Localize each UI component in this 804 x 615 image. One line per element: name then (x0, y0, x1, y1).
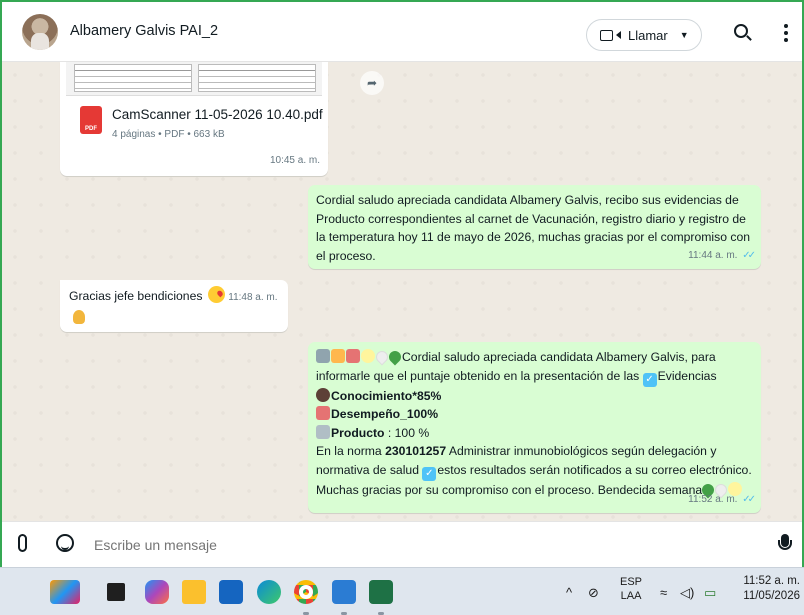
score-conocimiento: Conocimiento*85% (331, 388, 442, 403)
message-meta: 11:52 a. m. ✓✓ (688, 491, 756, 510)
language-indicator[interactable]: ESP LAA (620, 575, 642, 603)
pdf-page-thumbnail (74, 64, 192, 92)
writing-emoji-icon (331, 349, 345, 363)
praying-hands-emoji-icon (73, 309, 85, 324)
message-text: En la norma (316, 444, 386, 458)
pdf-file-icon: PDF (80, 106, 102, 134)
file-explorer-icon[interactable] (182, 580, 206, 604)
hospital-emoji-icon (346, 349, 360, 363)
system-clock[interactable]: 11:52 a. m. 11/05/2026 (740, 574, 800, 604)
pdf-page-thumbnail (198, 64, 316, 92)
outgoing-message[interactable]: Cordial saludo apreciada candidata Albam… (308, 342, 761, 513)
clipboard-emoji-icon (316, 424, 330, 439)
wifi-icon[interactable]: ≈ (660, 585, 667, 600)
edge-icon[interactable] (257, 580, 281, 604)
call-label: Llamar (628, 27, 668, 43)
emoji-sticker-icon[interactable] (56, 534, 74, 552)
message-text: Evidencias (657, 368, 717, 383)
kissing-face-emoji-icon (207, 286, 225, 303)
windows-taskbar: ^ ⊘ ESP LAA ≈ ◁) ▭ 11:52 a. m. 11/05/202… (0, 567, 804, 615)
doctor-emoji-icon (316, 387, 330, 402)
excel-icon[interactable] (369, 580, 393, 604)
microsoft-store-icon[interactable] (219, 580, 243, 604)
message-composer (2, 521, 802, 567)
double-check-icon: ✓✓ (742, 249, 756, 261)
keyboard-layout: LAA (620, 590, 642, 602)
taskbar-widget-icon[interactable] (50, 580, 80, 604)
norma-code: 230101257 (385, 444, 447, 458)
green-heart-emoji-icon (386, 348, 404, 366)
volume-icon[interactable]: ◁) (680, 585, 694, 601)
pdf-file-meta: 4 páginas • PDF • 663 kB (112, 129, 225, 140)
chevron-up-icon[interactable]: ^ (566, 585, 572, 600)
battery-icon[interactable]: ▭ (704, 585, 716, 601)
task-view-icon[interactable] (107, 583, 125, 601)
message-body: Cordial saludo apreciada candidata Albam… (316, 348, 753, 499)
clock-date: 11/05/2026 (743, 590, 800, 602)
message-time: 11:52 a. m. (688, 493, 738, 505)
video-camera-lens-icon (616, 31, 621, 39)
message-text: Cordial saludo apreciada candidata Albam… (316, 193, 751, 263)
call-button[interactable]: Llamar ▼ (586, 19, 702, 51)
language-code: ESP (620, 576, 643, 588)
person-emoji-icon (316, 349, 330, 363)
sparkles-emoji-icon (361, 349, 375, 363)
forward-icon[interactable]: ➦ (360, 71, 384, 95)
avatar[interactable] (22, 14, 58, 50)
chat-area[interactable]: PDF CamScanner 11-05-2026 10.40.pdf 4 pá… (2, 62, 802, 521)
chat-header: Albamery Galvis PAI_2 Llamar ▼ (2, 2, 802, 62)
score-producto-label: Producto (331, 425, 385, 440)
pdf-file-name[interactable]: CamScanner 11-05-2026 10.40.pdf (112, 106, 323, 125)
clock-time: 11:52 a. m. (743, 575, 800, 587)
message-input[interactable] (94, 532, 734, 558)
microphone-icon[interactable] (778, 534, 792, 550)
message-meta: 11:44 a. m. ✓✓ (688, 247, 756, 266)
outgoing-message[interactable]: Cordial saludo apreciada candidata Albam… (308, 185, 761, 269)
word-icon[interactable] (332, 580, 356, 604)
copilot-icon[interactable] (145, 580, 169, 604)
search-icon[interactable] (734, 24, 748, 38)
score-desempeno: Desempeño_100% (331, 407, 439, 421)
message-time: 11:44 a. m. (688, 249, 738, 261)
pdf-preview[interactable] (66, 62, 322, 96)
incoming-message[interactable]: Gracias jefe bendiciones 11:48 a. m. (60, 280, 288, 332)
message-text: Gracias jefe bendiciones (69, 289, 203, 303)
check-mark-emoji-icon: ✓ (642, 372, 657, 387)
message-time: 11:48 a. m. (228, 292, 278, 303)
more-options-icon[interactable] (784, 24, 788, 42)
contact-name[interactable]: Albamery Galvis PAI_2 (70, 23, 218, 39)
attach-icon[interactable] (18, 534, 27, 552)
video-camera-icon (600, 29, 613, 41)
message-time: 10:45 a. m. (269, 154, 320, 166)
double-check-icon: ✓✓ (742, 493, 756, 505)
hospital-emoji-icon (316, 406, 330, 420)
pdf-message[interactable]: PDF CamScanner 11-05-2026 10.40.pdf 4 pá… (60, 62, 328, 176)
location-off-icon[interactable]: ⊘ (588, 585, 599, 601)
check-mark-emoji-icon: ✓ (422, 466, 437, 481)
score-producto-value: : 100 % (384, 425, 430, 440)
chrome-icon[interactable] (294, 580, 318, 604)
chevron-down-icon: ▼ (679, 30, 689, 40)
